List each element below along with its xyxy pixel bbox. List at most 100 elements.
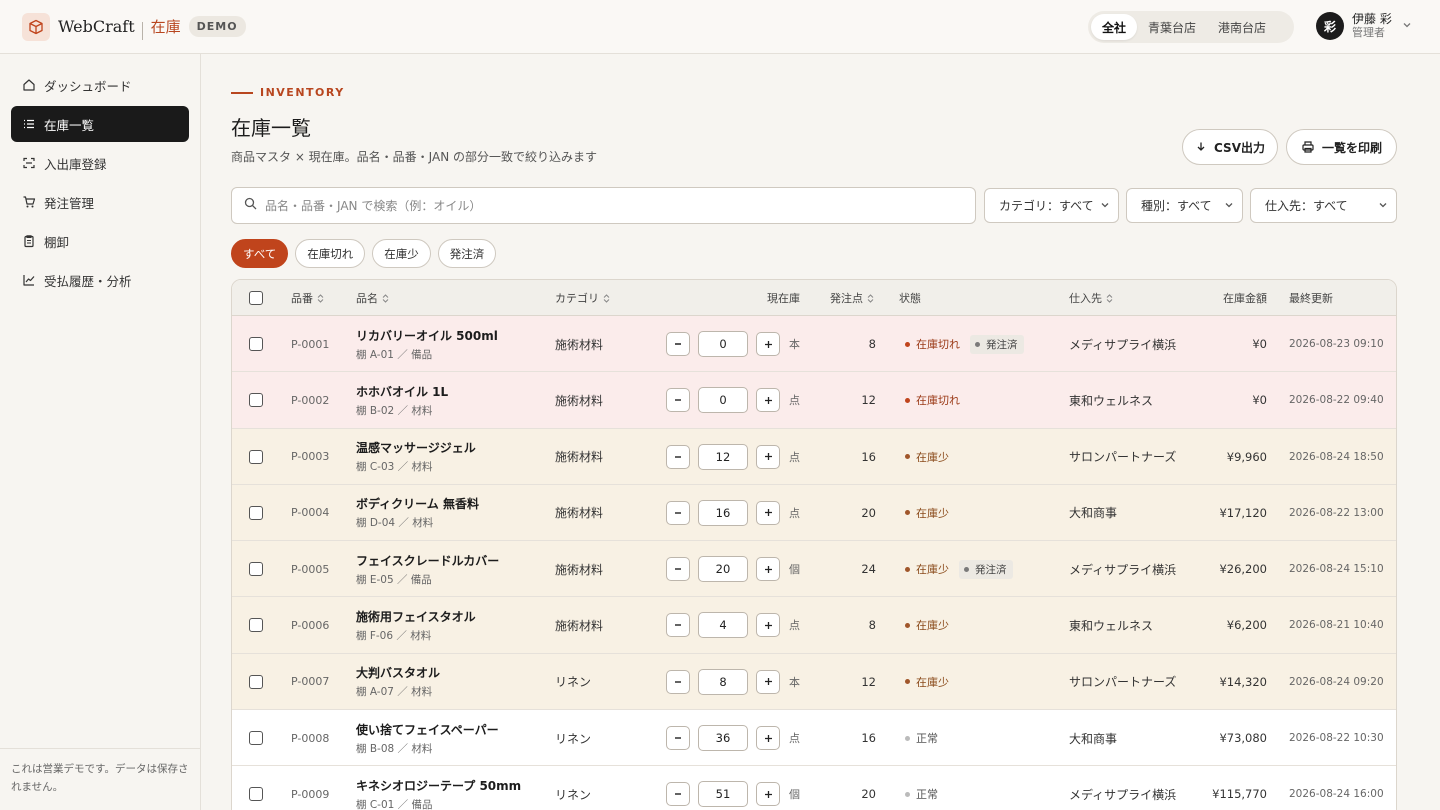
header-category[interactable]: カテゴリ — [555, 280, 610, 316]
quantity-input[interactable]: 4 — [698, 612, 748, 639]
quantity-input[interactable]: 36 — [698, 725, 748, 752]
item-name[interactable]: ホホバオイル 1L — [356, 383, 448, 400]
quantity-input[interactable]: 12 — [698, 443, 748, 470]
demo-badge: DEMO — [188, 16, 246, 37]
quantity-input[interactable]: 0 — [698, 331, 748, 357]
store-tab-all[interactable]: 全社 — [1091, 14, 1138, 40]
header-code[interactable]: 品番 — [291, 280, 324, 316]
item-name[interactable]: 使い捨てフェイスペーパー — [356, 721, 499, 738]
status-dot — [905, 454, 910, 460]
quantity-input[interactable]: 16 — [698, 499, 748, 526]
supplier-filter-select[interactable]: 仕入先：すべて — [1250, 188, 1397, 223]
home-icon — [22, 78, 36, 92]
user-menu[interactable]: 彩 伊藤 彩 管理者 — [1316, 12, 1412, 40]
type-filter-select[interactable]: 種別：すべて — [1126, 188, 1243, 223]
status-dot — [905, 341, 910, 347]
csv-export-button[interactable]: CSV出力 — [1182, 129, 1278, 165]
sidebar-item-orders[interactable]: 発注管理 — [11, 184, 189, 220]
row-checkbox[interactable] — [249, 337, 263, 351]
chip-low-stock[interactable]: 在庫少 — [372, 239, 431, 268]
table-row[interactable]: P-0004 ボディクリーム 無香料棚 D-04 ／ 材料 施術材料 16 点 20 在庫少… — [232, 484, 1396, 542]
table-row[interactable]: P-0008 使い捨てフェイスペーパー棚 B-08 ／ 材料 リネン 36 点 16 正常 大… — [232, 710, 1396, 767]
item-name[interactable]: フェイスクレードルカバー — [356, 552, 499, 569]
item-name[interactable]: 大判バスタオル — [356, 664, 440, 681]
store-tab-konandai[interactable]: 港南台店 — [1207, 14, 1277, 40]
inventory-table: 品番 品名 カテゴリ 現在庫 発注点 状態 仕入先 在庫金額 最終更新 P-00… — [231, 279, 1397, 810]
table-row[interactable]: P-0003 温感マッサージジェル棚 C-03 ／ 材料 施術材料 12 点 16 在庫少 サ… — [232, 428, 1396, 485]
chip-ordered[interactable]: 発注済 — [437, 239, 497, 268]
store-tab-aobadai[interactable]: 青葉台店 — [1137, 14, 1207, 40]
quantity-input[interactable]: 0 — [698, 387, 748, 414]
item-supplier: メディサプライ横浜 — [1069, 562, 1177, 577]
table-row[interactable]: P-0005 フェイスクレードルカバー棚 E-05 ／ 備品 施術材料 20 個 24 在庫… — [232, 541, 1396, 598]
decrement-button[interactable] — [666, 388, 690, 413]
table-row[interactable]: P-0009 キネシオロジーテープ 50mm 棚 C-01 ／ 備品 リネン 51 個 20… — [232, 766, 1396, 810]
row-checkbox[interactable] — [249, 505, 263, 520]
select-all-checkbox[interactable] — [249, 291, 263, 305]
quantity-input[interactable]: 20 — [698, 556, 748, 583]
item-name[interactable]: キネシオロジーテープ 50mm — [356, 777, 521, 794]
increment-button[interactable] — [756, 500, 780, 525]
sidebar-item-stock-entry[interactable]: 入出庫登録 — [11, 145, 189, 181]
increment-button[interactable] — [756, 782, 780, 807]
increment-button[interactable] — [756, 444, 780, 469]
sidebar-item-label: 発注管理 — [44, 195, 95, 211]
decrement-button[interactable] — [666, 444, 690, 469]
decrement-button[interactable] — [666, 726, 690, 751]
increment-button[interactable] — [756, 332, 780, 356]
chip-out-of-stock[interactable]: 在庫切れ — [295, 239, 366, 268]
item-name[interactable]: 温感マッサージジェル — [356, 439, 476, 456]
decrement-button[interactable] — [666, 557, 690, 582]
search-icon — [244, 197, 257, 214]
row-checkbox[interactable] — [249, 731, 263, 746]
table-row[interactable]: P-0002 ホホバオイル 1L 棚 B-02 ／ 材料 施術材料 0 点 12 在庫切れ 東和… — [232, 372, 1396, 429]
quantity-input[interactable]: 8 — [698, 668, 748, 695]
supplier-filter-value: 仕入先：すべて — [1265, 199, 1348, 213]
reorder-point: 8 — [868, 337, 876, 351]
header-reorder[interactable]: 発注点 — [830, 280, 874, 316]
item-name[interactable]: 施術用フェイスタオル — [356, 608, 476, 625]
row-checkbox[interactable] — [249, 618, 263, 633]
decrement-button[interactable] — [666, 669, 690, 694]
header-name[interactable]: 品名 — [356, 280, 389, 316]
increment-button[interactable] — [756, 726, 780, 751]
sidebar-item-stocktake[interactable]: 棚卸 — [11, 223, 189, 259]
cube-logo-icon[interactable] — [22, 12, 50, 41]
table-row[interactable]: P-0007 大判バスタオル棚 A-07 ／ 材料 リネン 8 本 12 在庫少 サロンパート… — [232, 653, 1396, 711]
table-row[interactable]: P-0006 施術用フェイスタオル棚 F-06 ／ 材料 施術材料 4 点 8 在庫少 東和ウ… — [232, 597, 1396, 654]
row-checkbox[interactable] — [249, 449, 263, 464]
reorder-point: 16 — [861, 449, 876, 464]
avatar: 彩 — [1316, 12, 1344, 40]
sidebar-item-history[interactable]: 受払履歴・分析 — [11, 262, 189, 298]
increment-button[interactable] — [756, 388, 780, 413]
increment-button[interactable] — [756, 669, 780, 694]
row-checkbox[interactable] — [249, 787, 263, 802]
quantity-input[interactable]: 51 — [698, 781, 748, 808]
table-row[interactable]: P-0001 リカバリーオイル 500ml 棚 A-01 ／ 備品 施術材料 0 本 8 在庫… — [232, 316, 1396, 373]
increment-button[interactable] — [756, 613, 780, 638]
sidebar-item-dashboard[interactable]: ダッシュボード — [11, 67, 189, 103]
download-icon — [1195, 141, 1207, 153]
decrement-button[interactable] — [666, 332, 690, 356]
search-input[interactable] — [265, 198, 945, 213]
increment-button[interactable] — [756, 557, 780, 582]
item-name[interactable]: リカバリーオイル 500ml — [356, 327, 498, 344]
sort-icon — [382, 293, 389, 303]
print-list-button[interactable]: 一覧を印刷 — [1286, 129, 1397, 165]
decrement-button[interactable] — [666, 500, 690, 525]
item-code: P-0007 — [291, 675, 330, 689]
sidebar-item-inventory[interactable]: 在庫一覧 — [11, 106, 189, 142]
row-checkbox[interactable] — [249, 393, 263, 408]
item-code: P-0005 — [291, 562, 330, 576]
header-supplier[interactable]: 仕入先 — [1069, 280, 1113, 316]
chip-all[interactable]: すべて — [231, 239, 289, 268]
category-filter-select[interactable]: カテゴリ：すべて — [984, 188, 1119, 223]
row-checkbox[interactable] — [249, 562, 263, 577]
item-category: リネン — [555, 675, 592, 690]
decrement-button[interactable] — [666, 613, 690, 638]
chevron-down-icon[interactable] — [1402, 19, 1412, 34]
item-name[interactable]: ボディクリーム 無香料 — [356, 495, 479, 512]
sort-icon — [1106, 293, 1113, 303]
row-checkbox[interactable] — [249, 674, 263, 689]
decrement-button[interactable] — [666, 782, 690, 807]
